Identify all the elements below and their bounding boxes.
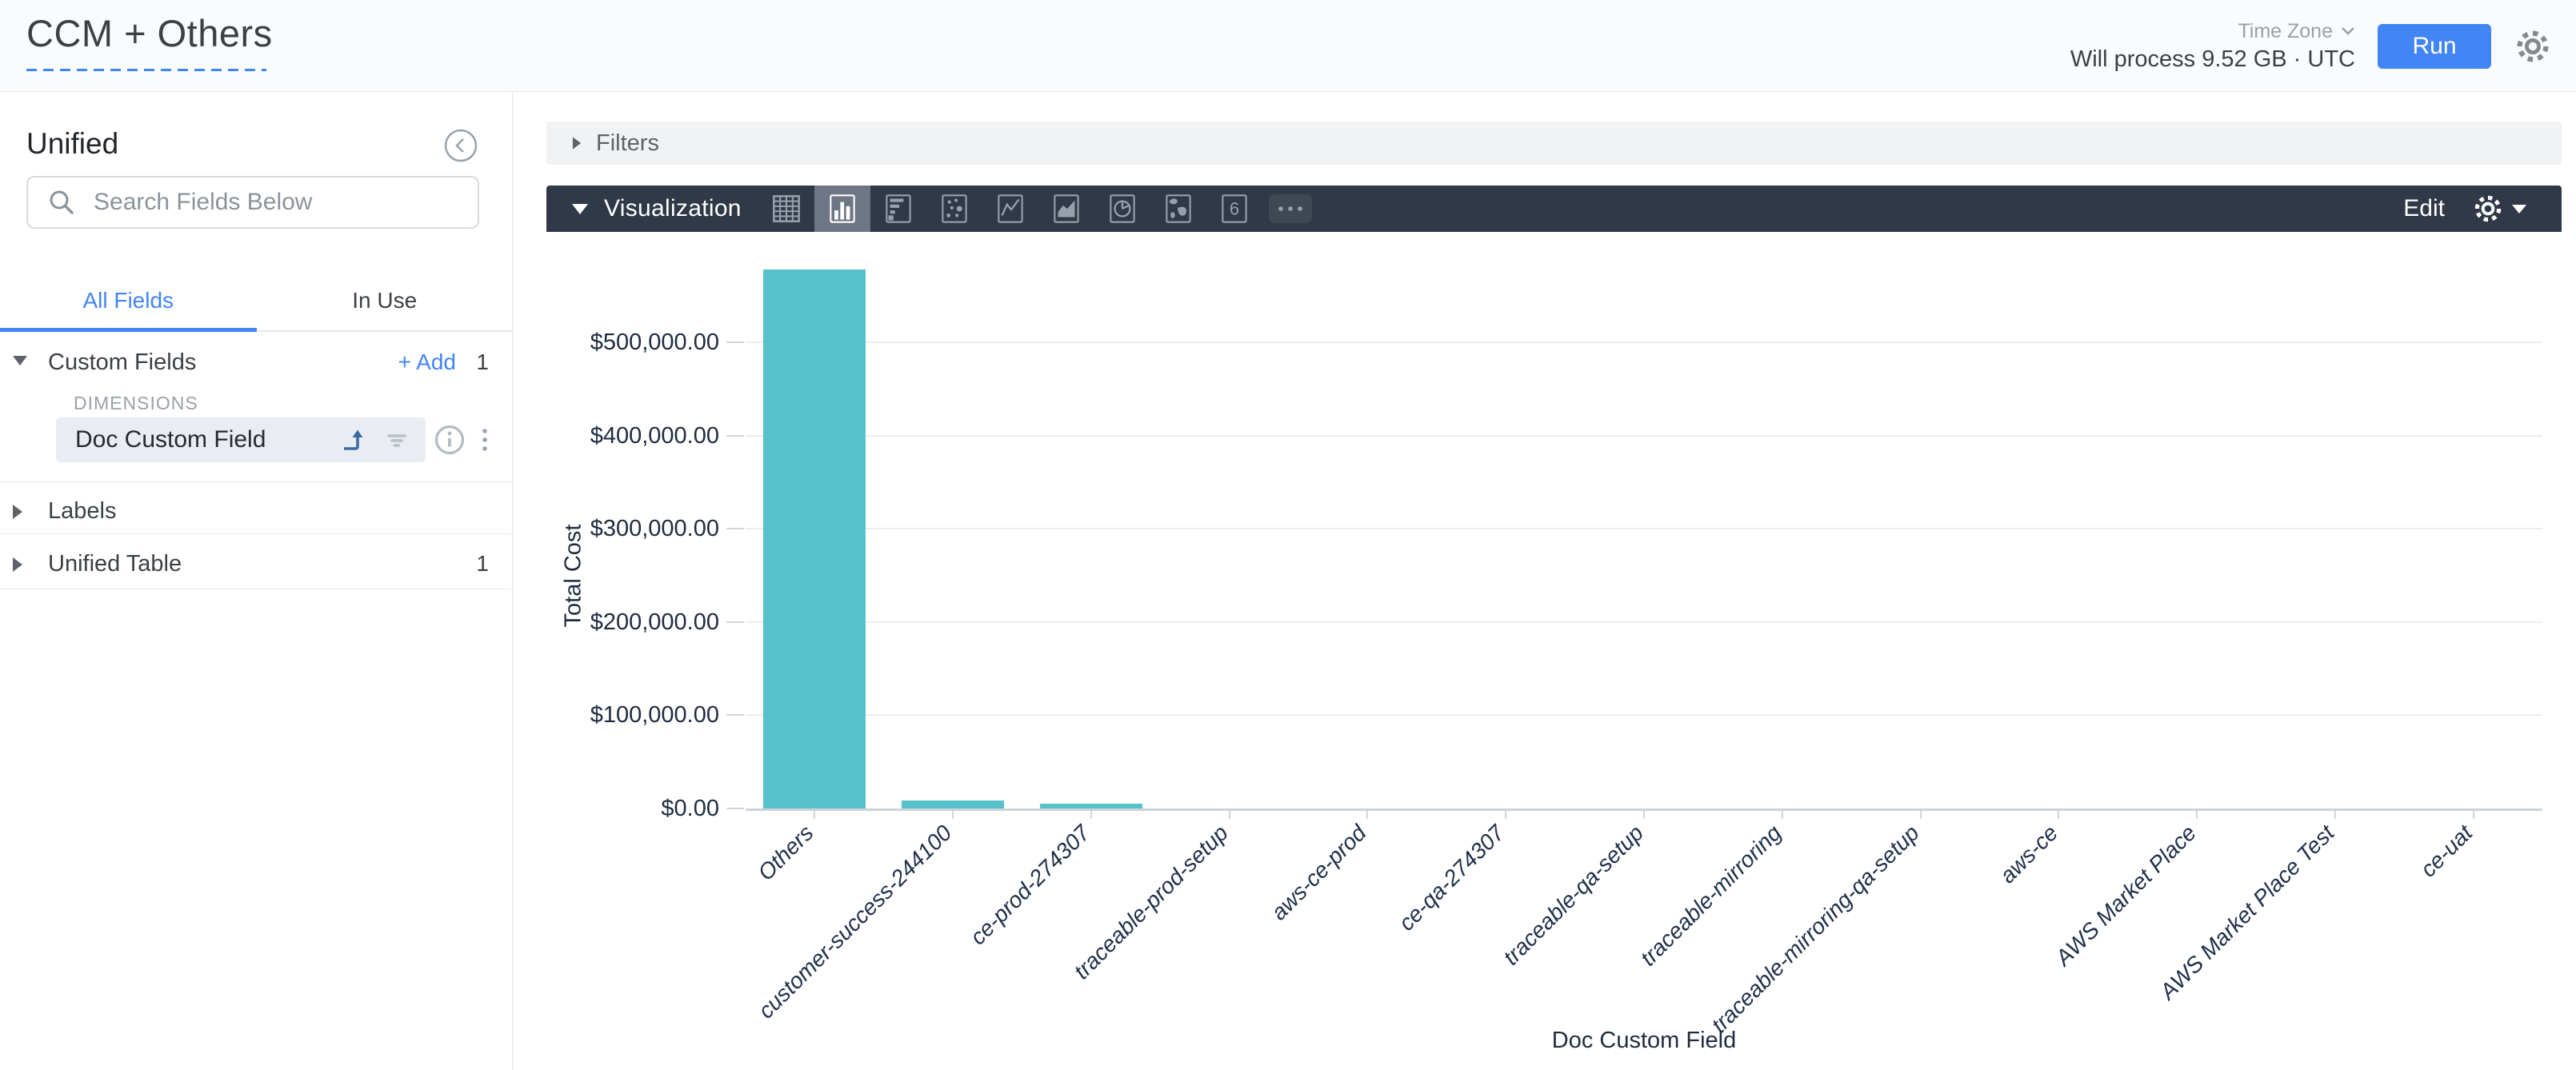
y-tick-label: $400,000.00: [513, 421, 719, 450]
y-tick-mark: [726, 621, 744, 623]
section-unified-table[interactable]: Unified Table 1: [0, 545, 513, 586]
divider: [0, 481, 513, 482]
info-icon[interactable]: [432, 422, 467, 457]
x-tick-mark: [1090, 811, 1092, 819]
divider: [0, 533, 513, 534]
y-tick-label: $300,000.00: [513, 514, 719, 543]
x-tick-mark: [952, 811, 954, 819]
app-window: CCM + Others Time Zone Will process 9.52…: [0, 0, 2576, 1070]
x-axis-title: Doc Custom Field: [1552, 1028, 1736, 1054]
tab-in-use[interactable]: In Use: [257, 269, 514, 330]
explore-title: Unified: [26, 127, 118, 161]
dimensions-heading: DIMENSIONS: [74, 393, 198, 414]
run-button[interactable]: Run: [2378, 24, 2491, 69]
x-tick-label-text: aws-ce-prod: [1266, 820, 1372, 926]
x-tick-mark: [1505, 811, 1506, 819]
process-size-text: Will process 9.52 GB · UTC: [2070, 46, 2355, 73]
grid-line: [746, 341, 2542, 343]
y-tick-mark: [726, 528, 744, 529]
x-tick-mark: [1229, 811, 1230, 819]
x-tick-mark: [2334, 811, 2336, 819]
section-label: Labels: [48, 498, 116, 525]
bar[interactable]: [763, 269, 866, 808]
field-search[interactable]: [26, 176, 479, 229]
y-tick-mark: [726, 435, 744, 437]
x-tick-mark: [2196, 811, 2198, 819]
section-label: Custom Fields: [48, 349, 196, 376]
x-tick-mark: [2058, 811, 2059, 819]
x-tick-label-text: traceable-prod-setup: [1070, 820, 1234, 984]
section-label: Unified Table: [48, 551, 182, 577]
kebab-menu-icon[interactable]: [477, 422, 493, 457]
bar[interactable]: [1040, 804, 1142, 808]
tab-all-fields[interactable]: All Fields: [0, 269, 257, 330]
x-tick-label-text: Others: [754, 820, 819, 886]
y-tick-label: $100,000.00: [513, 701, 719, 729]
search-icon: [47, 188, 76, 217]
y-tick-mark: [726, 714, 744, 716]
query-info: Time Zone Will process 9.52 GB · UTC: [2070, 20, 2355, 73]
field-tabs: All Fields In Use: [0, 269, 513, 332]
y-tick-mark: [726, 341, 744, 343]
main-area: Filters Visualization 6 Edit $0.00$100,0…: [513, 92, 2576, 1070]
custom-fields-count: 1: [476, 349, 489, 375]
x-tick-mark: [2473, 811, 2474, 819]
title-dashed-underline: [26, 69, 266, 71]
x-tick-label-text: ce-uat: [2415, 820, 2478, 883]
x-tick-mark: [1366, 811, 1368, 819]
y-tick-label: $200,000.00: [513, 608, 719, 637]
timezone-selector[interactable]: Time Zone: [2238, 20, 2355, 43]
chevron-down-icon: [2341, 26, 2355, 36]
section-custom-fields[interactable]: Custom Fields + Add 1: [0, 343, 513, 385]
gear-icon[interactable]: [2514, 27, 2552, 66]
add-custom-field-button[interactable]: + Add: [398, 349, 456, 375]
x-tick-label-text: traceable-qa-setup: [1498, 820, 1649, 971]
collapse-sidebar-icon[interactable]: [443, 128, 478, 163]
field-picker-sidebar: Unified All Fields In Use Custom Fields …: [0, 92, 513, 1070]
caret-down-icon[interactable]: [13, 356, 27, 365]
x-tick-label-text: AWS Market Place: [2050, 820, 2201, 971]
y-tick-mark: [726, 808, 744, 809]
y-tick-label: $0.00: [513, 794, 719, 823]
bar-chart: $0.00 $100,000.00 $200,000.00 $300,000.00 $4…: [513, 92, 2576, 1070]
caret-right-icon[interactable]: [13, 557, 22, 572]
x-tick-mark: [814, 811, 815, 819]
top-bar-actions: Time Zone Will process 9.52 GB · UTC Run: [2070, 0, 2552, 92]
field-doc-custom-field[interactable]: Doc Custom Field: [56, 417, 426, 462]
unified-table-count: 1: [476, 551, 489, 577]
top-bar: CCM + Others Time Zone Will process 9.52…: [0, 0, 2576, 92]
grid-line: [746, 621, 2542, 623]
bar[interactable]: [902, 801, 1004, 808]
section-labels[interactable]: Labels: [0, 492, 513, 533]
caret-right-icon[interactable]: [13, 505, 22, 519]
filter-icon[interactable]: [382, 425, 411, 454]
grid-line: [746, 714, 2542, 716]
pivot-icon[interactable]: [339, 425, 368, 454]
x-tick-label-text: ce-qa-274307: [1394, 820, 1510, 936]
timezone-label: Time Zone: [2238, 20, 2333, 43]
page-title[interactable]: CCM + Others: [26, 11, 273, 55]
x-tick-mark: [1782, 811, 1783, 819]
x-tick-label-text: traceable-mirroring: [1635, 820, 1786, 972]
y-axis-title: Total Cost: [561, 524, 587, 627]
field-name: Doc Custom Field: [75, 426, 325, 453]
x-tick-mark: [1643, 811, 1645, 819]
grid-line: [746, 528, 2542, 529]
x-tick-mark: [1920, 811, 1922, 819]
search-input[interactable]: [94, 189, 458, 216]
x-tick-label-text: aws-ce: [1994, 820, 2062, 888]
y-tick-label: $500,000.00: [513, 328, 719, 357]
x-tick-label-text: ce-prod-274307: [966, 820, 1095, 950]
grid-line: [746, 435, 2542, 437]
